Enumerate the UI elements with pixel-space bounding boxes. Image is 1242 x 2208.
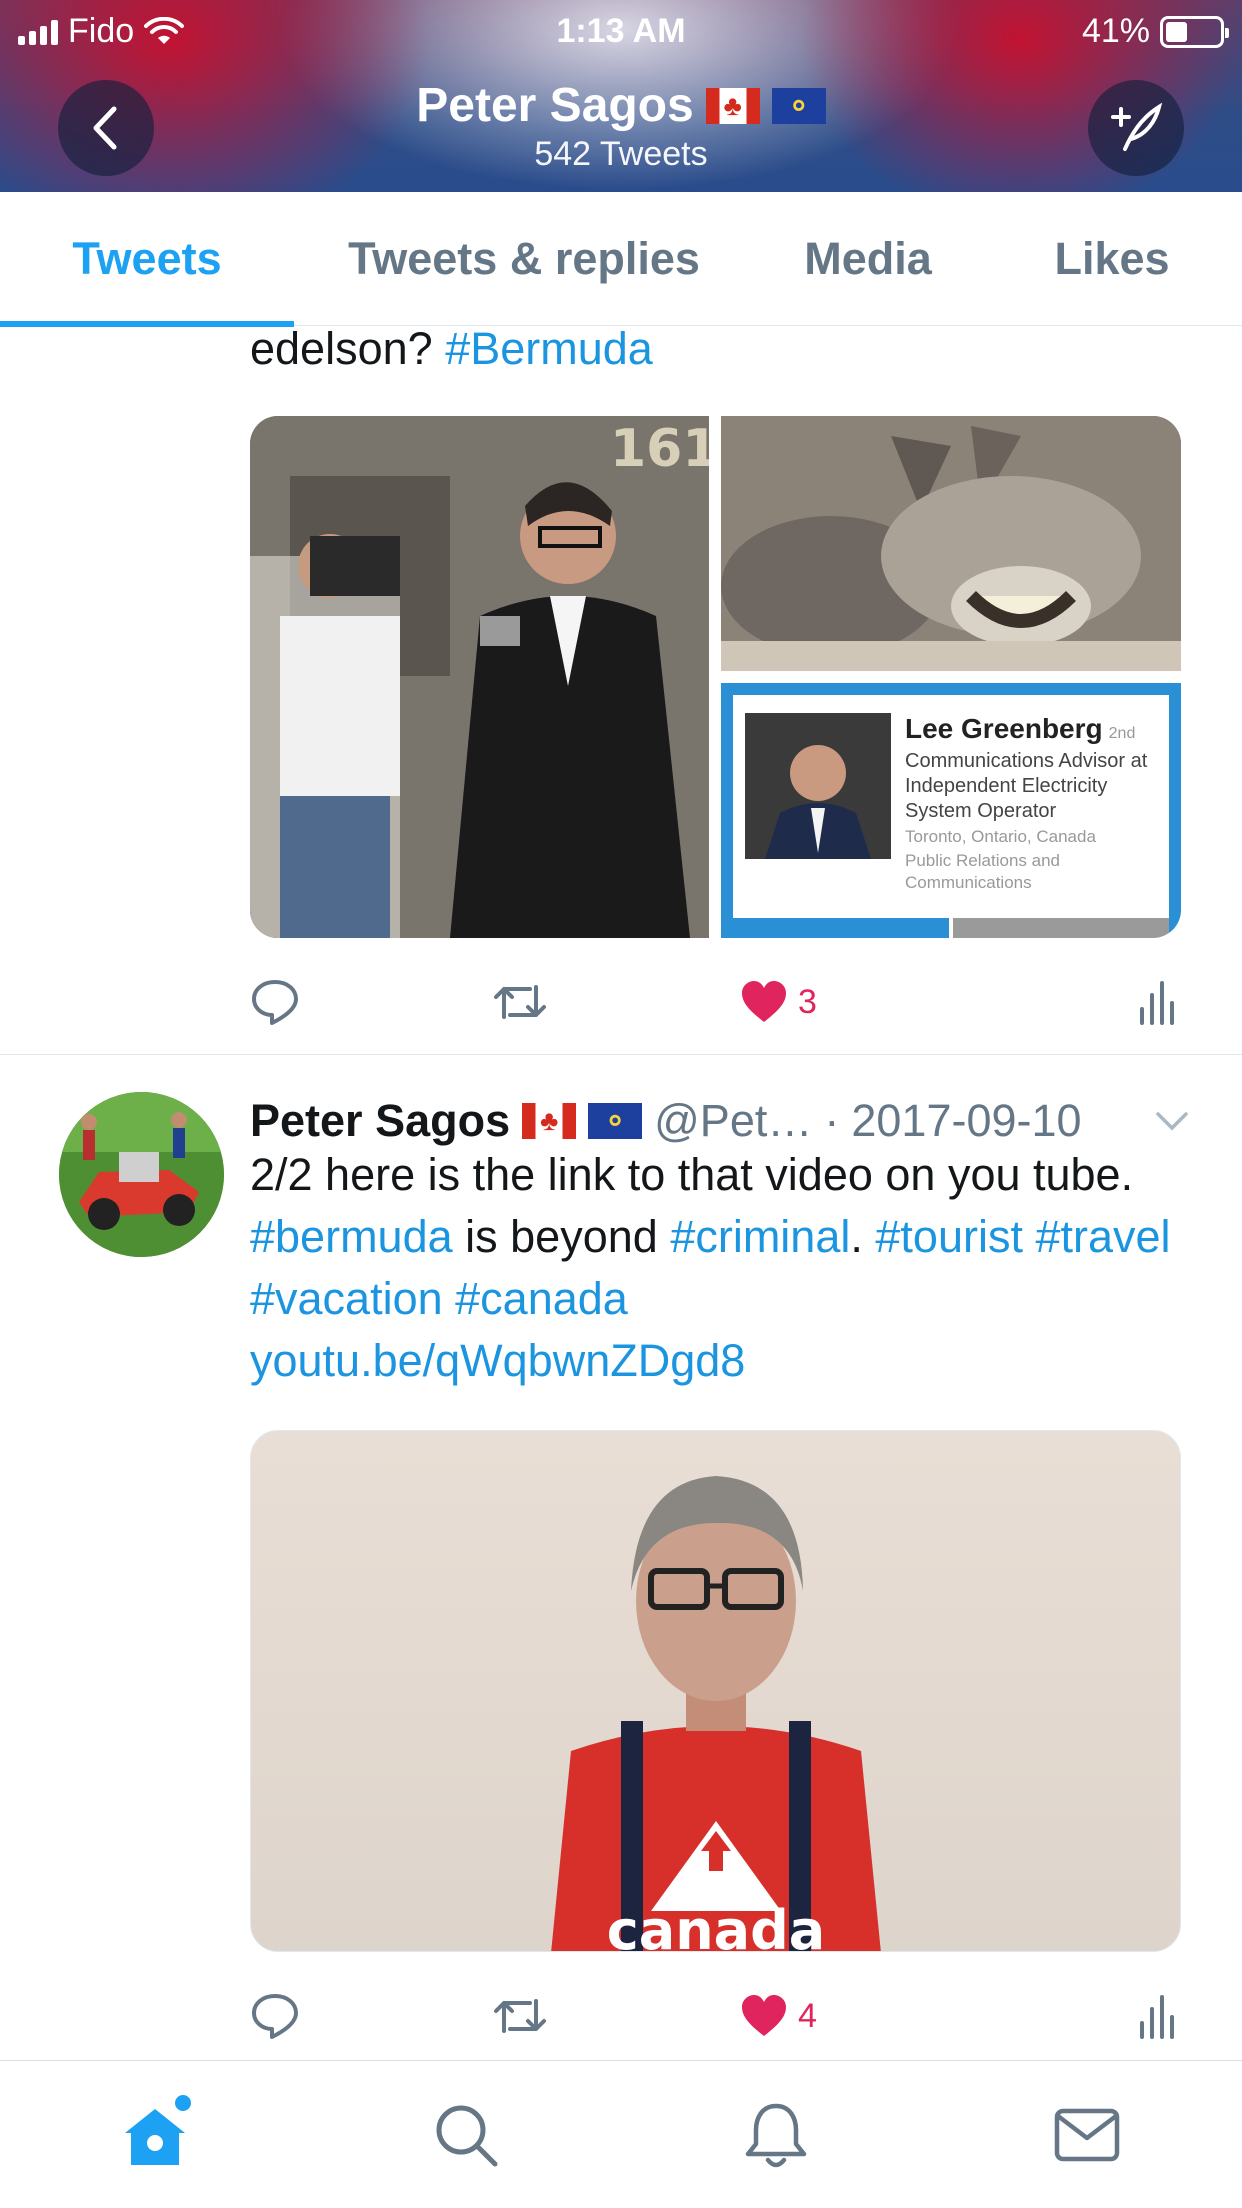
battery-icon bbox=[1160, 15, 1229, 48]
avatar[interactable] bbox=[59, 1092, 224, 1257]
tweet-text-body: 2/2 here is the link to that video on yo… bbox=[250, 1149, 1134, 1200]
like-count: 3 bbox=[798, 982, 817, 1021]
tweet-feed[interactable]: edelson? #Bermuda 161 Lee Greenberg 2nd … bbox=[0, 326, 1242, 2060]
building-number: 161 bbox=[610, 419, 709, 479]
profile-name: Peter Sagos bbox=[416, 79, 694, 132]
tab-tweets[interactable]: Tweets bbox=[0, 192, 294, 327]
retweet-icon bbox=[494, 985, 546, 1019]
analytics-button[interactable] bbox=[1138, 979, 1174, 1025]
tweet-count: 542 Tweets bbox=[534, 135, 708, 173]
tab-media[interactable]: Media bbox=[754, 192, 982, 326]
like-button[interactable]: 3 bbox=[740, 980, 817, 1024]
hashtag-link[interactable]: #bermuda bbox=[250, 1211, 453, 1262]
profile-card-details: Lee Greenberg 2nd Communications Advisor … bbox=[905, 713, 1157, 920]
reply-button[interactable] bbox=[250, 1992, 300, 2040]
eu-flag-icon bbox=[771, 85, 826, 125]
lawyer-photo-graphic: 161 bbox=[250, 416, 719, 938]
notification-dot bbox=[175, 2094, 192, 2111]
profile-header: Fido 1:13 AM 41% Peter Sagos 542 Tweets bbox=[0, 0, 1242, 192]
profile-tabs: Tweets Tweets & replies Media Likes bbox=[0, 192, 1242, 327]
tweet-text-fragment: edelson? bbox=[250, 326, 433, 374]
like-button[interactable]: 4 bbox=[740, 1994, 817, 2038]
bell-icon bbox=[746, 2103, 807, 2167]
media-photo-lawyer[interactable]: 161 bbox=[250, 416, 719, 938]
canada-flag-icon bbox=[522, 1103, 577, 1139]
heart-icon bbox=[742, 981, 786, 1022]
reply-button[interactable] bbox=[250, 978, 300, 1026]
avatar-graphic bbox=[59, 1092, 224, 1257]
nav-home[interactable] bbox=[95, 2075, 215, 2195]
analytics-icon bbox=[1140, 981, 1174, 1025]
status-bar: Fido 1:13 AM 41% bbox=[0, 0, 1242, 62]
eu-flag-icon bbox=[588, 1100, 643, 1140]
profile-card-buttons bbox=[733, 918, 1169, 938]
hashtag-link[interactable]: #vacation bbox=[250, 1273, 443, 1324]
header-name-row: Peter Sagos bbox=[416, 78, 826, 133]
tweet-divider bbox=[0, 1054, 1242, 1055]
reply-icon bbox=[252, 1994, 298, 2039]
nav-notifications[interactable] bbox=[716, 2075, 836, 2195]
tweet-actions: 4 bbox=[250, 1986, 1174, 2046]
shirt-text: canada bbox=[607, 1899, 825, 1952]
mail-icon bbox=[1054, 2108, 1119, 2161]
youtube-link[interactable]: youtu.be/qWqbwnZDgd8 bbox=[250, 1335, 745, 1386]
analytics-button[interactable] bbox=[1138, 1993, 1174, 2039]
retweet-button[interactable] bbox=[492, 1995, 548, 2037]
reply-icon bbox=[252, 980, 298, 1025]
battery-percent: 41% bbox=[1081, 12, 1150, 50]
tweet-text: edelson? #Bermuda bbox=[250, 326, 653, 380]
profile-card-name-row: Lee Greenberg 2nd bbox=[905, 713, 1157, 745]
tweet-meta-separator: · bbox=[824, 1095, 840, 1146]
tweet-author-name[interactable]: Peter Sagos bbox=[250, 1095, 510, 1147]
canada-flag-icon bbox=[705, 87, 760, 124]
profile-card-industry: Public Relations and Communications bbox=[905, 851, 1060, 892]
media-photo-donkey[interactable] bbox=[721, 416, 1181, 671]
profile-card-title: Communications Advisor at Independent El… bbox=[905, 750, 1148, 822]
status-right: 41% bbox=[1081, 12, 1229, 51]
tweet-video[interactable]: canada bbox=[250, 1430, 1181, 1952]
retweet-button[interactable] bbox=[492, 981, 548, 1023]
hashtag-link[interactable]: #canada bbox=[455, 1273, 628, 1324]
tab-likes[interactable]: Likes bbox=[982, 192, 1242, 326]
tweet-text-period: . bbox=[850, 1211, 863, 1262]
hashtag-link[interactable]: #tourist bbox=[875, 1211, 1023, 1262]
profile-card-location: Toronto, Ontario, Canada bbox=[905, 827, 1096, 846]
analytics-icon bbox=[1140, 1995, 1174, 2039]
profile-card-name: Lee Greenberg bbox=[905, 713, 1103, 744]
hashtag-link[interactable]: #travel bbox=[1035, 1211, 1170, 1262]
profile-card-degree: 2nd bbox=[1108, 725, 1136, 742]
status-time: 1:13 AM bbox=[556, 12, 686, 50]
tweet-text-body: is beyond bbox=[465, 1211, 658, 1262]
search-icon bbox=[436, 2105, 498, 2166]
tweet-media-grid[interactable]: 161 Lee Greenberg 2nd Communications Adv… bbox=[250, 416, 1181, 938]
tweet-text: 2/2 here is the link to that video on yo… bbox=[250, 1144, 1190, 1392]
hashtag-link[interactable]: #Bermuda bbox=[445, 326, 653, 374]
compose-tweet-icon bbox=[1111, 102, 1163, 151]
retweet-icon bbox=[494, 1999, 546, 2033]
tweet-actions: 3 bbox=[250, 972, 1174, 1032]
heart-icon bbox=[742, 1995, 786, 2036]
tab-tweets-replies[interactable]: Tweets & replies bbox=[294, 192, 754, 326]
donkey-photo-graphic bbox=[721, 416, 1181, 671]
compose-tweet-button[interactable] bbox=[1088, 80, 1184, 176]
nav-search[interactable] bbox=[406, 2075, 526, 2195]
profile-card-photo bbox=[745, 713, 891, 859]
like-count: 4 bbox=[798, 1996, 817, 2035]
tweet-date[interactable]: 2017-09-10 bbox=[851, 1095, 1081, 1147]
media-right-column: Lee Greenberg 2nd Communications Advisor … bbox=[721, 416, 1181, 938]
bottom-tab-bar bbox=[0, 2060, 1242, 2208]
media-linkedin-card[interactable]: Lee Greenberg 2nd Communications Advisor … bbox=[721, 683, 1181, 938]
chevron-down-icon[interactable] bbox=[1154, 1110, 1190, 1132]
video-frame-graphic: canada bbox=[551, 1476, 881, 1952]
header-title: Peter Sagos 542 Tweets bbox=[0, 78, 1242, 174]
tweet-author-handle[interactable]: @Pet… bbox=[654, 1095, 812, 1147]
nav-messages[interactable] bbox=[1027, 2075, 1147, 2195]
hashtag-link[interactable]: #criminal bbox=[670, 1211, 850, 1262]
